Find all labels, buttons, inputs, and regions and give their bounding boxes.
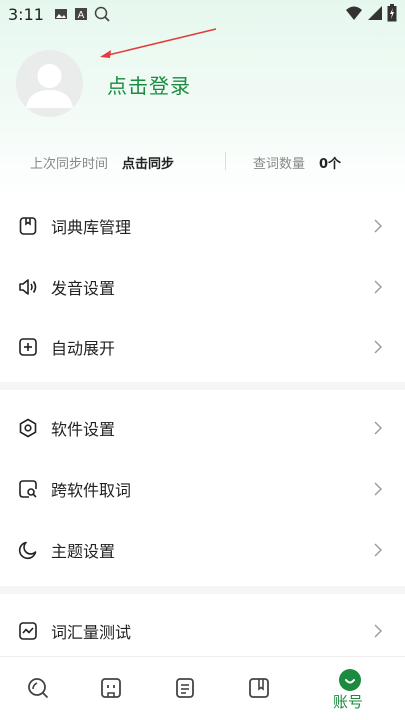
default-avatar-icon (26, 64, 73, 108)
sync-now-link[interactable]: 点击同步 (122, 153, 174, 172)
status-system-icons (345, 4, 397, 22)
dictionary-search-icon (94, 6, 110, 22)
menu-label: 跨软件取词 (51, 481, 132, 500)
menu-label: 发音设置 (51, 279, 116, 298)
chevron-right-icon (374, 280, 382, 294)
login-link[interactable]: 点击登录 (107, 70, 191, 99)
lookup-count-stat: 查词数量 0个 (253, 153, 341, 172)
chevron-right-icon (374, 340, 382, 354)
card-icon (101, 678, 121, 698)
hex-gear-icon (19, 418, 37, 438)
stats-divider (225, 152, 226, 170)
lookup-count-label: 查词数量 (253, 157, 306, 172)
nav-tab-account[interactable] (339, 669, 361, 691)
status-bar: 3:11 A (0, 0, 405, 28)
moon-icon (18, 541, 37, 560)
menu-label: 词汇量测试 (51, 623, 132, 642)
bookmark-book-icon (249, 678, 269, 698)
font-icon: A (74, 8, 87, 21)
menu-item-dictionary-library[interactable]: 词典库管理 (0, 196, 405, 256)
nav-account-label[interactable]: 账号 (333, 691, 363, 712)
menu-label: 自动展开 (51, 339, 116, 358)
annotation-arrow (100, 28, 217, 58)
nav-tab-cards[interactable] (81, 657, 141, 720)
menu-item-theme-settings[interactable]: 主题设置 (0, 520, 405, 580)
section-divider (0, 586, 405, 594)
search-icon (28, 678, 49, 699)
search-square-icon (19, 480, 37, 498)
status-time: 3:11 (8, 4, 44, 24)
svg-text:A: A (78, 10, 85, 21)
menu-item-vocabulary-test[interactable]: 词汇量测试 (0, 601, 405, 661)
lookup-count-value: 0个 (319, 157, 342, 172)
avatar[interactable] (16, 50, 83, 117)
menu-item-pronunciation-settings[interactable]: 发音设置 (0, 257, 405, 317)
speaker-icon (19, 279, 37, 295)
chevron-right-icon (374, 482, 382, 496)
chevron-right-icon (374, 219, 382, 233)
chevron-right-icon (374, 624, 382, 638)
menu-item-auto-expand[interactable]: 自动展开 (0, 317, 405, 377)
stats-row: 上次同步时间 点击同步 查词数量 0个 (0, 146, 405, 178)
document-icon (176, 678, 194, 698)
section-divider (0, 382, 405, 390)
book-square-icon (19, 217, 37, 235)
status-notification-icons: A (54, 6, 110, 22)
plus-square-icon (19, 338, 37, 356)
menu-label: 词典库管理 (51, 218, 132, 237)
menu-label: 主题设置 (51, 542, 116, 561)
menu-item-app-settings[interactable]: 软件设置 (0, 398, 405, 458)
signal-icon (368, 6, 382, 20)
menu-label: 软件设置 (51, 420, 116, 439)
chevron-right-icon (374, 543, 382, 557)
last-sync-stat[interactable]: 上次同步时间 点击同步 (30, 153, 174, 172)
nav-tab-search[interactable] (8, 657, 68, 720)
nav-tab-notes[interactable] (155, 657, 215, 720)
battery-icon (387, 4, 397, 22)
image-icon (54, 9, 67, 19)
wifi-icon (346, 6, 362, 20)
nav-tab-wordbook[interactable] (229, 657, 289, 720)
chart-square-icon (19, 622, 37, 640)
chevron-right-icon (374, 421, 382, 435)
smile-icon (345, 679, 355, 684)
menu-item-cross-app-lookup[interactable]: 跨软件取词 (0, 459, 405, 519)
last-sync-label: 上次同步时间 (30, 157, 109, 172)
